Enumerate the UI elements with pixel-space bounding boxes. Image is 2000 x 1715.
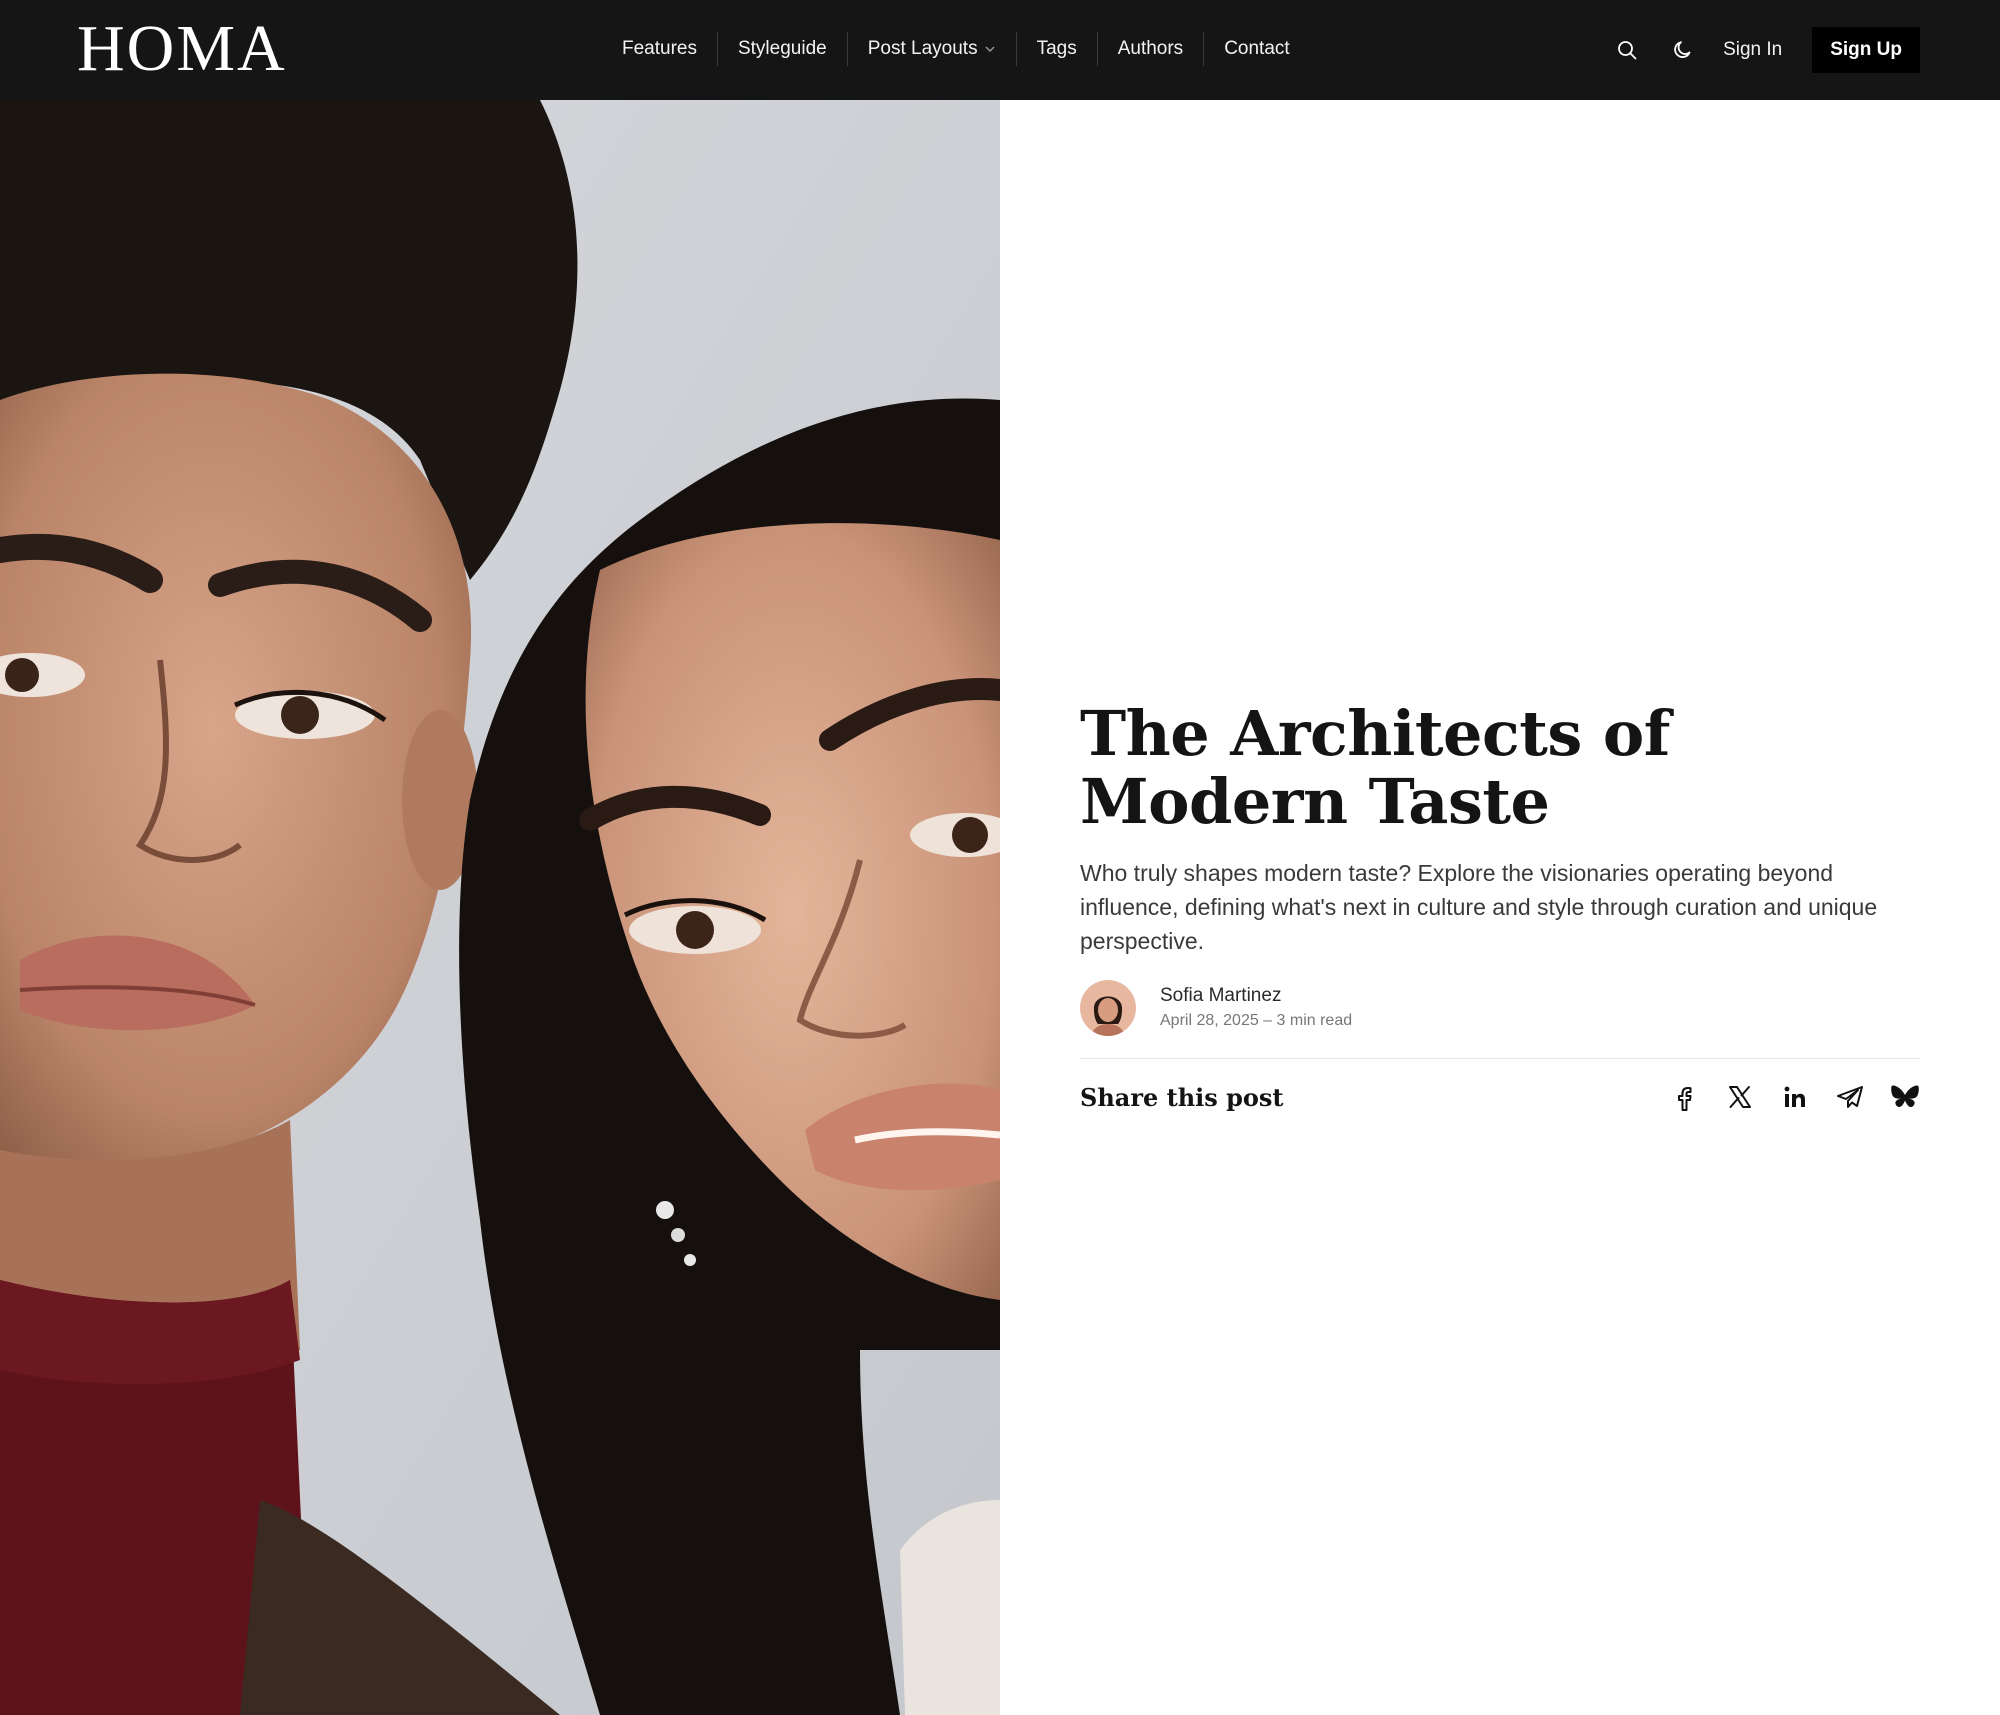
nav-item-contact[interactable]: Contact <box>1203 32 1309 66</box>
author-name[interactable]: Sofia Martinez <box>1160 984 1352 1008</box>
share-telegram-button[interactable] <box>1835 1082 1865 1112</box>
site-header: HOMA Features Styleguide Post Layouts Ta… <box>0 0 2000 100</box>
post-header: The Architects of Modern Taste Who truly… <box>1080 700 1920 1135</box>
share-bar: Share this post <box>1080 1059 1920 1135</box>
avatar[interactable] <box>1080 980 1136 1036</box>
nav-item-label: Styleguide <box>737 38 827 59</box>
nav-item-post-layouts[interactable]: Post Layouts <box>846 32 1016 66</box>
header-actions: Sign In Sign Up <box>1611 27 1920 73</box>
post-title: The Architects of Modern Taste <box>1080 697 1670 838</box>
share-label: Share this post <box>1080 1082 1284 1112</box>
nav-item-tags[interactable]: Tags <box>1015 32 1097 66</box>
share-bluesky-button[interactable] <box>1890 1082 1920 1112</box>
telegram-icon <box>1837 1086 1863 1108</box>
search-icon <box>1618 41 1637 60</box>
bluesky-icon <box>1891 1085 1919 1108</box>
author-avatar-image <box>1080 980 1136 1036</box>
moon-icon <box>1674 41 1691 58</box>
nav-item-label: Authors <box>1117 38 1184 59</box>
facebook-icon <box>1678 1087 1692 1111</box>
sign-in-link[interactable]: Sign In <box>1723 39 1782 61</box>
hero-image <box>0 100 1000 1715</box>
nav-item-label: Post Layouts <box>867 38 978 59</box>
nav-item-label: Tags <box>1036 38 1077 59</box>
theme-toggle-button[interactable] <box>1667 34 1699 66</box>
nav-item-styleguide[interactable]: Styleguide <box>716 32 847 66</box>
portrait-illustration <box>0 100 1000 1715</box>
main-nav: Features Styleguide Post Layouts Tags Au… <box>602 28 1310 70</box>
share-linkedin-button[interactable] <box>1780 1082 1810 1112</box>
sign-up-button[interactable]: Sign Up <box>1812 27 1920 73</box>
nav-item-features[interactable]: Features <box>602 32 717 66</box>
x-icon <box>1729 1086 1751 1108</box>
post-meta: April 28, 2025 – 3 min read <box>1160 1012 1353 1029</box>
chevron-down-icon <box>985 46 995 52</box>
post-excerpt: Who truly shapes modern taste? Explore t… <box>1080 860 1878 954</box>
share-facebook-button[interactable] <box>1670 1082 1700 1112</box>
share-x-button[interactable] <box>1725 1082 1755 1112</box>
nav-item-label: Contact <box>1224 38 1290 59</box>
search-button[interactable] <box>1611 34 1643 66</box>
site-logo[interactable]: HOMA <box>77 14 287 84</box>
nav-item-authors[interactable]: Authors <box>1096 32 1203 66</box>
byline: Sofia Martinez April 28, 2025 – 3 min re… <box>1080 980 1920 1036</box>
share-icons <box>1645 1082 1920 1112</box>
author-info: Sofia Martinez April 28, 2025 – 3 min re… <box>1160 984 1352 1032</box>
linkedin-icon <box>1784 1086 1805 1107</box>
nav-item-label: Features <box>622 38 697 59</box>
